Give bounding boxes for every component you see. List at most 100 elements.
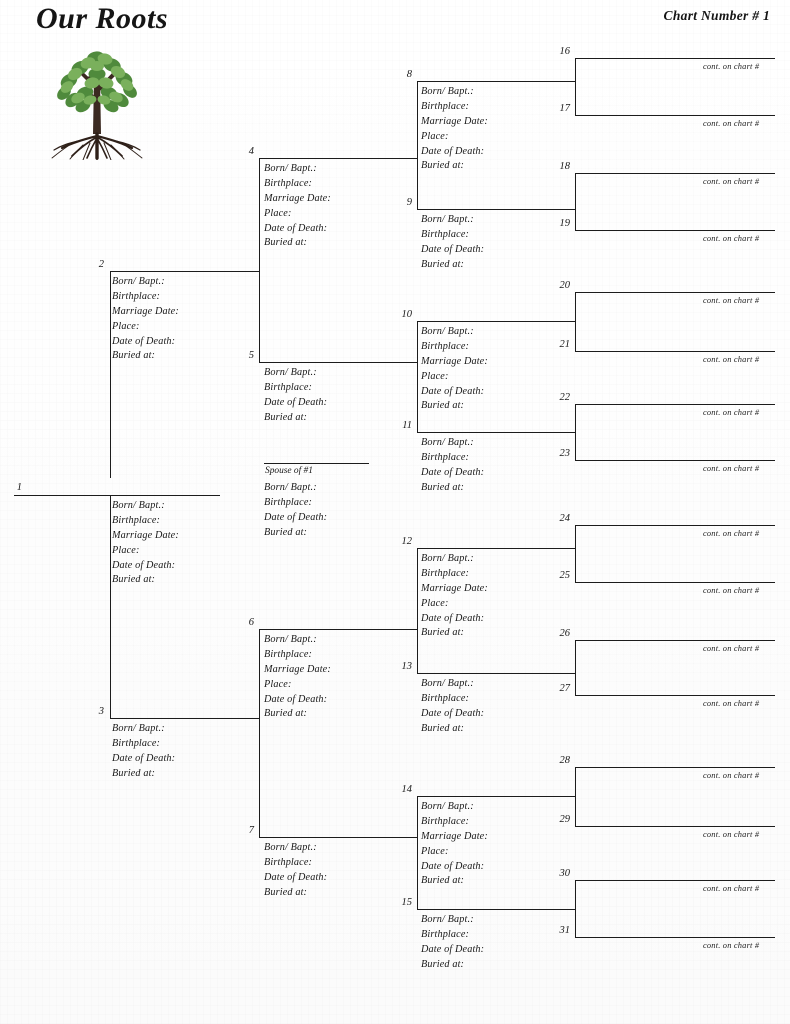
cont-28-number: 28	[559, 755, 571, 766]
person-6-rule	[259, 629, 417, 630]
connector-8-to-17	[575, 81, 576, 115]
connector-5-to-11	[417, 362, 418, 432]
person-11-rule	[417, 432, 576, 433]
field-buried-at: Buried at:	[421, 627, 465, 639]
field-date-of-death: Date of Death:	[264, 871, 328, 883]
field-birthplace: Birthplace:	[421, 100, 470, 112]
field-born: Born/ Bapt.:	[421, 801, 474, 812]
connector-11-to-22	[575, 404, 576, 432]
cont-26-label: cont. on chart #	[703, 644, 760, 653]
person-5-fields: Born/ Bapt.: Birthplace: Date of Death: …	[264, 366, 327, 426]
person-15-rule	[417, 909, 576, 910]
field-buried-at: Buried at:	[421, 722, 465, 734]
person-13-rule	[417, 673, 576, 674]
field-born: Born/ Bapt.:	[421, 678, 474, 689]
person-11-number: 11	[402, 420, 412, 431]
connector-13-to-26	[575, 640, 576, 673]
person-2-rule	[110, 271, 260, 272]
field-marriage-date: Marriage Date:	[421, 830, 488, 842]
field-date-of-death: Date of Death:	[421, 385, 485, 397]
person-1-rule	[14, 495, 220, 496]
connector-11-to-23	[575, 432, 576, 460]
field-birthplace: Birthplace:	[264, 648, 313, 660]
field-buried-at: Buried at:	[421, 400, 465, 412]
cont-22-rule	[575, 404, 775, 405]
cont-23-rule	[575, 460, 775, 461]
field-birthplace: Birthplace:	[421, 228, 470, 240]
field-buried-at: Buried at:	[264, 237, 308, 249]
field-date-of-death: Date of Death:	[112, 752, 176, 764]
field-buried-at: Buried at:	[421, 875, 465, 887]
field-place: Place:	[264, 678, 292, 690]
cont-30-number: 30	[559, 868, 571, 879]
person-5-rule	[259, 362, 417, 363]
person-15-number: 15	[401, 897, 413, 908]
field-place: Place:	[421, 130, 449, 142]
field-marriage-date: Marriage Date:	[421, 115, 488, 127]
field-birthplace: Birthplace:	[112, 290, 161, 302]
cont-20-rule	[575, 292, 775, 293]
field-date-of-death: Date of Death:	[264, 396, 328, 408]
connector-7-to-15	[417, 837, 418, 909]
person-4-rule	[259, 158, 417, 159]
field-buried-at: Buried at:	[264, 708, 308, 720]
field-buried-at: Buried at:	[421, 160, 465, 172]
person-7-rule	[259, 837, 417, 838]
spouse-of-1-label: Spouse of #1	[265, 466, 313, 476]
field-date-of-death: Date of Death:	[264, 222, 328, 234]
cont-20-number: 20	[559, 280, 571, 291]
connector-3-to-7	[259, 718, 260, 837]
cont-28-rule	[575, 767, 775, 768]
connector-10-to-20	[575, 292, 576, 321]
person-2-number: 2	[98, 259, 104, 270]
field-birthplace: Birthplace:	[421, 815, 470, 827]
cont-24-number: 24	[559, 513, 571, 524]
cont-29-label: cont. on chart #	[703, 830, 760, 839]
field-date-of-death: Date of Death:	[112, 335, 176, 347]
connector-9-to-19	[575, 209, 576, 230]
cont-18-rule	[575, 173, 775, 174]
cont-29-number: 29	[559, 814, 571, 825]
person-9-fields: Born/ Bapt.: Birthplace: Date of Death: …	[421, 213, 484, 273]
spouse-of-1-fields: Born/ Bapt.: Birthplace: Date of Death: …	[264, 481, 327, 541]
person-5-number: 5	[248, 350, 254, 361]
field-born: Born/ Bapt.:	[264, 634, 317, 645]
field-buried-at: Buried at:	[112, 350, 156, 362]
connector-9-to-18	[575, 173, 576, 209]
connector-5-to-10	[417, 321, 418, 362]
connector-8-to-16	[575, 58, 576, 81]
person-10-number: 10	[401, 309, 413, 320]
field-date-of-death: Date of Death:	[421, 466, 485, 478]
connector-3-to-6	[259, 629, 260, 718]
field-date-of-death: Date of Death:	[421, 943, 485, 955]
field-place: Place:	[421, 597, 449, 609]
person-3-rule	[110, 718, 260, 719]
connector-10-to-21	[575, 321, 576, 351]
chart-number-label: Chart Number # 1	[663, 8, 770, 23]
cont-19-label: cont. on chart #	[703, 234, 760, 243]
connector-13-to-27	[575, 673, 576, 695]
field-birthplace: Birthplace:	[264, 496, 313, 508]
connector-2-to-4	[259, 158, 260, 271]
person-9-rule	[417, 209, 576, 210]
person-4-fields: Born/ Bapt.: Birthplace: Marriage Date: …	[264, 162, 331, 251]
field-marriage-date: Marriage Date:	[264, 192, 331, 204]
connector-1-to-2	[110, 271, 111, 478]
cont-22-number: 22	[559, 392, 571, 403]
field-date-of-death: Date of Death:	[421, 707, 485, 719]
field-buried-at: Buried at:	[112, 574, 156, 586]
cont-17-number: 17	[559, 103, 571, 114]
field-marriage-date: Marriage Date:	[421, 582, 488, 594]
person-7-number: 7	[248, 825, 254, 836]
connector-1-to-3	[110, 495, 111, 719]
person-8-number: 8	[406, 69, 412, 80]
cont-21-rule	[575, 351, 775, 352]
family-tree-icon	[51, 51, 143, 160]
person-6-fields: Born/ Bapt.: Birthplace: Marriage Date: …	[264, 633, 331, 722]
field-born: Born/ Bapt.:	[421, 326, 474, 337]
cont-27-rule	[575, 695, 775, 696]
connector-14-to-28	[575, 767, 576, 796]
connector-15-to-30	[575, 880, 576, 909]
cont-24-label: cont. on chart #	[703, 529, 760, 538]
person-12-rule	[417, 548, 576, 549]
